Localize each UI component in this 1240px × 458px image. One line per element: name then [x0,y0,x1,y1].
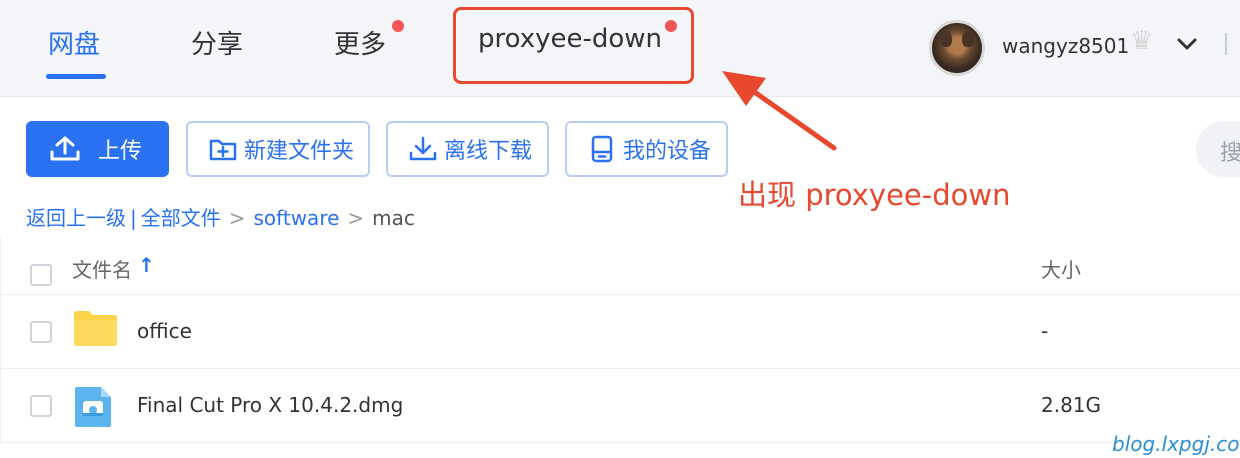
chevron-down-icon[interactable] [1174,31,1200,57]
crown-icon: ♛ [1130,26,1154,56]
dmg-icon [75,387,111,427]
file-list-header: 文件名 ↑ 大小 [1,238,1240,295]
avatar[interactable] [929,20,985,76]
device-icon [591,135,613,163]
file-name[interactable]: Final Cut Pro X 10.4.2.dmg [137,393,403,417]
tab-netdisk[interactable]: 网盘 [48,24,100,61]
annotation-text: 出现 proxyee-down [738,178,1011,212]
file-size: 2.81G [1041,393,1102,417]
new-folder-button[interactable]: 新建文件夹 [186,121,370,177]
file-name[interactable]: office [137,319,192,343]
column-header-name[interactable]: 文件名 [72,254,132,283]
top-nav: 网盘 分享 更多 proxyee-down wangyz8501 ♛ [0,0,1240,97]
back-link[interactable]: 返回上一级 [26,206,126,230]
username[interactable]: wangyz8501 [1002,34,1129,58]
row-checkbox[interactable] [30,321,52,343]
breadcrumb-separator: > [228,206,246,230]
more-badge-dot [392,20,404,32]
search-placeholder: 搜 [1220,141,1240,166]
download-icon [409,136,437,161]
highlight-box [453,7,694,84]
sort-asc-icon[interactable]: ↑ [138,253,155,277]
offline-download-label: 离线下载 [444,139,533,164]
new-folder-icon [209,139,237,161]
breadcrumb-separator: > [347,206,365,230]
my-devices-button[interactable]: 我的设备 [565,121,728,177]
active-tab-indicator [46,74,106,79]
offline-download-button[interactable]: 离线下载 [386,121,549,177]
divider [1225,33,1227,55]
upload-icon [50,136,80,161]
breadcrumb-item-current: mac [372,206,415,230]
upload-label: 上传 [98,139,143,164]
watermark: blog.lxpgj.com [1112,432,1240,456]
breadcrumb-item-all-files[interactable]: 全部文件 [141,206,221,230]
folder-icon [74,311,117,346]
file-row[interactable]: office - [1,295,1240,369]
column-header-size[interactable]: 大小 [1041,254,1081,283]
upload-button[interactable]: 上传 [26,121,169,177]
breadcrumb-divider: | [130,206,137,230]
tab-more[interactable]: 更多 [334,24,386,61]
annotation-arrow-icon [722,71,837,151]
search-input[interactable]: 搜 [1196,121,1240,177]
file-row[interactable]: Final Cut Pro X 10.4.2.dmg 2.81G [1,369,1240,443]
breadcrumb-item-software[interactable]: software [254,206,340,230]
breadcrumb: 返回上一级 | 全部文件 > software > mac [26,202,415,231]
tab-share[interactable]: 分享 [191,24,243,61]
my-devices-label: 我的设备 [623,139,712,164]
file-list: 文件名 ↑ 大小 office - Final Cut Pro X 10.4.2… [0,238,1240,443]
row-checkbox[interactable] [30,395,52,417]
select-all-checkbox[interactable] [30,264,52,286]
new-folder-label: 新建文件夹 [244,139,355,164]
file-size: - [1041,319,1049,343]
